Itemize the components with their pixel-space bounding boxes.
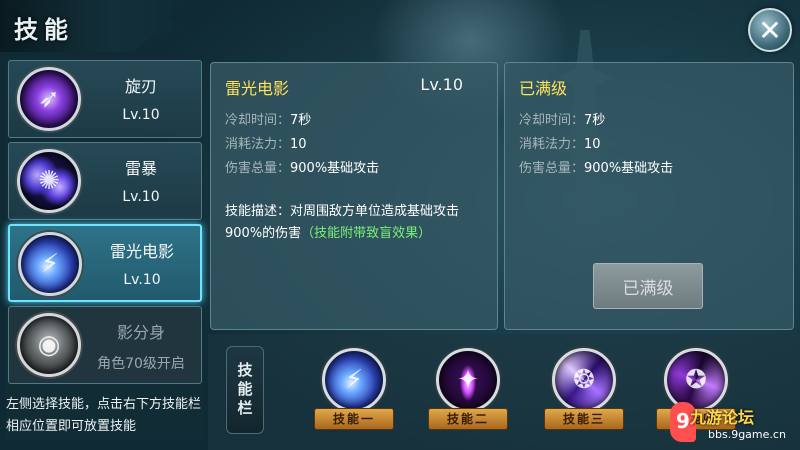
lightning-shadow-icon: ⚡ xyxy=(344,365,364,395)
skill-slot-3[interactable]: ❂ xyxy=(552,348,616,412)
damage-value: 900%基础攻击 xyxy=(290,161,380,176)
skill-slot-1[interactable]: ⚡ xyxy=(322,348,386,412)
skill-level: Lv.10 xyxy=(122,189,160,205)
mana-row: 消耗法力：10 xyxy=(519,133,601,152)
next-level-panel: 已满级 冷却时间：7秒 消耗法力：10 伤害总量：900%基础攻击 已满级 xyxy=(504,62,794,330)
skill-title: 雷光电影 xyxy=(225,79,290,98)
slot-tag-2: 技能二 xyxy=(428,408,508,430)
mana-row: 消耗法力：10 xyxy=(225,133,307,152)
damage-label: 伤害总量： xyxy=(225,161,291,176)
max-level-button[interactable]: 已满级 xyxy=(593,263,703,309)
thunderstorm-icon: ✺ xyxy=(17,149,81,213)
damage-label: 伤害总量： xyxy=(519,161,585,176)
mana-value: 10 xyxy=(290,137,307,152)
damage-row: 伤害总量：900%基础攻击 xyxy=(519,157,673,176)
skill-name: 旋刃 xyxy=(124,77,157,96)
skill-item-lightning-shadow[interactable]: ⚡ 雷光电影 Lv.10 xyxy=(8,224,202,302)
skill-description: 技能描述：对周围敌方单位造成基础攻击900%的伤害（技能附带致盲效果） xyxy=(225,201,493,245)
skill-slot-2[interactable]: ✦ xyxy=(436,348,500,412)
slot-tag-3: 技能三 xyxy=(544,408,624,430)
skill-level-value: Lv.10 xyxy=(420,75,463,94)
description-extra: （技能附带致盲效果） xyxy=(301,226,432,241)
slot-tag-1: 技能一 xyxy=(314,408,394,430)
mana-value: 10 xyxy=(584,137,601,152)
page-title: 技能 xyxy=(14,16,74,44)
cooldown-label: 冷却时间： xyxy=(225,113,291,128)
cooldown-value: 7秒 xyxy=(290,113,312,128)
watermark-brand: 九游论坛 xyxy=(690,408,755,427)
skill-item-shadow-clone[interactable]: ◉ 影分身 角色70级开启 xyxy=(8,306,202,384)
skill-name: 雷暴 xyxy=(124,159,157,178)
cooldown-label: 冷却时间： xyxy=(519,113,585,128)
skill-item-thunderstorm[interactable]: ✺ 雷暴 Lv.10 xyxy=(8,142,202,220)
skill-name: 影分身 xyxy=(116,323,165,342)
damage-value: 900%基础攻击 xyxy=(584,161,674,176)
lightning-shadow-icon: ⚡ xyxy=(18,232,82,296)
skill-level: Lv.10 xyxy=(123,272,161,288)
next-level-title: 已满级 xyxy=(519,79,568,98)
close-icon: ✕ xyxy=(758,13,782,47)
skill-slot-4[interactable]: ✪ xyxy=(664,348,728,412)
skill-bar-label: 技能栏 xyxy=(226,346,264,434)
skill-item-whirl-blade[interactable]: ➶ 旋刃 Lv.10 xyxy=(8,60,202,138)
description-label: 技能描述： xyxy=(225,204,291,219)
watermark-url: bbs.9game.cn xyxy=(708,428,786,441)
skill-name: 雷光电影 xyxy=(109,242,174,261)
damage-row: 伤害总量：900%基础攻击 xyxy=(225,157,379,176)
cooldown-row: 冷却时间：7秒 xyxy=(519,109,605,128)
placement-hint: 左侧选择技能，点击右下方技能栏相应位置即可放置技能 xyxy=(6,397,202,434)
close-button[interactable]: ✕ xyxy=(748,8,792,52)
current-level-panel: 雷光电影 Lv.10 冷却时间：7秒 消耗法力：10 伤害总量：900%基础攻击… xyxy=(210,62,498,330)
vortex-icon: ❂ xyxy=(573,365,595,395)
shadow-clone-icon: ◉ xyxy=(17,313,81,377)
skill-list: ➶ 旋刃 Lv.10 ✺ 雷暴 Lv.10 ⚡ 雷光电影 Lv.10 ◉ 影分身… xyxy=(6,58,204,440)
skill-unlock-requirement: 角色70级开启 xyxy=(97,356,185,372)
cooldown-row: 冷却时间：7秒 xyxy=(225,109,311,128)
skill-level: Lv.10 xyxy=(122,107,160,123)
dark-swirl-icon: ✪ xyxy=(685,365,707,395)
cooldown-value: 7秒 xyxy=(584,113,606,128)
mana-label: 消耗法力： xyxy=(519,137,585,152)
whirl-blade-icon: ➶ xyxy=(17,67,81,131)
purple-pillar-icon: ✦ xyxy=(457,365,479,395)
mana-label: 消耗法力： xyxy=(225,137,291,152)
